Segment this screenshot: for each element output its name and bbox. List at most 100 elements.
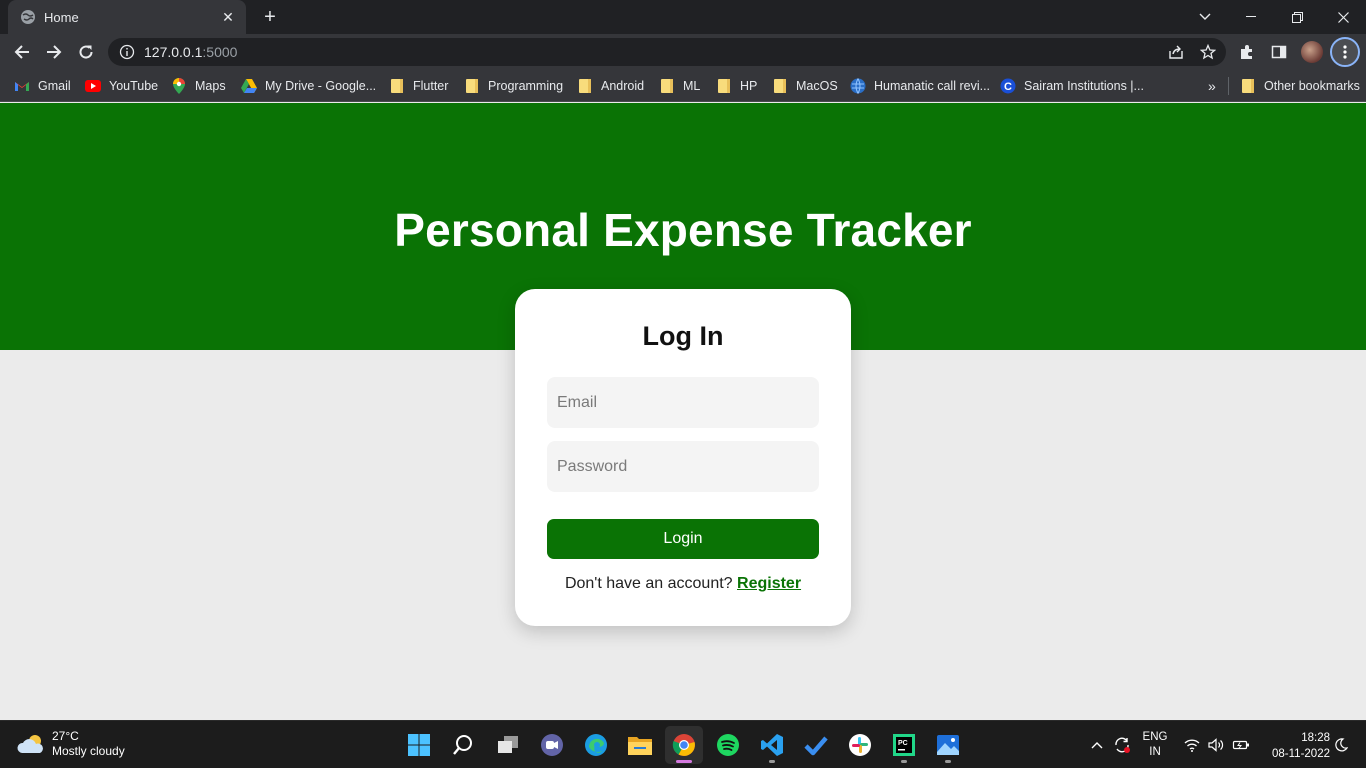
bookmark-folder-android[interactable]: Android [577,76,644,96]
bookmark-folder-hp[interactable]: HP [716,76,757,96]
bookmark-label: Maps [195,79,226,93]
restore-icon [1291,11,1303,23]
spotify-button[interactable] [709,726,747,764]
windows-icon [408,734,430,756]
bookmark-maps[interactable]: Maps [171,76,226,96]
language-indicator[interactable]: ENG IN [1138,721,1172,768]
slack-button[interactable] [841,726,879,764]
register-prompt: Don't have an account? Register [515,575,851,593]
other-bookmarks-folder[interactable]: Other bookmarks [1240,76,1360,96]
chrome-button[interactable] [665,726,703,764]
reload-button[interactable] [73,39,99,65]
bookmark-folder-programming[interactable]: Programming [464,76,563,96]
file-explorer-button[interactable] [621,726,659,764]
folder-icon [464,78,480,94]
sync-status-button[interactable] [1110,721,1134,768]
taskbar-search-button[interactable] [444,726,482,764]
focus-assist-button[interactable] [1330,721,1352,768]
tab-search-button[interactable] [1182,0,1228,34]
chrome-menu-button[interactable] [1330,37,1360,67]
register-link[interactable]: Register [737,575,801,592]
bookmark-my-drive[interactable]: My Drive - Google... [241,76,376,96]
url-host: 127.0.0.1 [144,44,203,60]
bookmark-gmail[interactable]: Gmail [14,76,71,96]
arrow-right-icon [47,45,62,59]
running-indicator [901,760,907,763]
quick-settings-button[interactable] [1182,721,1252,768]
folder-icon [659,78,675,94]
globe-icon [850,78,866,94]
minimize-button[interactable] [1228,0,1274,34]
start-button[interactable] [400,726,438,764]
checkmark-icon [804,736,828,756]
bookmark-label: HP [740,79,758,93]
back-button[interactable] [9,39,35,65]
address-bar[interactable]: 127.0.0.1:5000 [108,38,1226,66]
chevron-up-icon [1091,742,1103,749]
moon-icon [1335,738,1348,752]
bookmark-folder-flutter[interactable]: Flutter [389,76,448,96]
show-hidden-icons-button[interactable] [1086,721,1108,768]
weather-widget[interactable]: 27°C Mostly cloudy [16,729,125,759]
task-view-button[interactable] [489,726,527,764]
tab-home[interactable]: Home ✕ [8,0,246,34]
restore-button[interactable] [1274,0,1320,34]
chat-icon [541,734,563,756]
side-panel-button[interactable] [1266,39,1292,65]
forward-button[interactable] [41,39,67,65]
puzzle-icon [1241,45,1252,59]
folder-icon [628,737,652,755]
pycharm-icon: PC [893,734,915,756]
extensions-button[interactable] [1234,39,1260,65]
profile-button[interactable] [1299,39,1325,65]
folder-icon [1240,78,1256,94]
login-card: Log In Login Don't have an account? Regi… [515,289,851,626]
bookmarks-bar: Gmail YouTube Maps My Drive - Google... … [0,70,1366,102]
vscode-button[interactable] [753,726,791,764]
edge-button[interactable] [577,726,615,764]
avatar [1301,41,1323,63]
login-button[interactable]: Login [547,519,819,559]
page-title: Personal Expense Tracker [394,204,972,256]
minimize-icon [1246,16,1256,17]
edge-icon [585,734,607,756]
photos-icon [937,735,959,755]
folder-icon [389,78,405,94]
globe-icon [21,10,35,24]
password-input[interactable] [547,441,819,492]
bookmark-youtube[interactable]: YouTube [85,76,158,96]
svg-text:C: C [1004,81,1012,93]
new-tab-button[interactable]: + [258,6,282,28]
youtube-icon [85,78,101,94]
vscode-icon [761,734,783,756]
bookmark-sairam[interactable]: C Sairam Institutions |... [1000,76,1144,96]
browser-toolbar: 127.0.0.1:5000 [0,34,1366,70]
web-page: Personal Expense Tracker Log In Login Do… [0,103,1366,720]
todo-button[interactable] [797,726,835,764]
clock[interactable]: 18:28 08-11-2022 [1258,730,1330,762]
email-input[interactable] [547,377,819,428]
close-window-button[interactable] [1320,0,1366,34]
bookmark-humanatic[interactable]: Humanatic call revi... [850,76,990,96]
bookmarks-overflow-button[interactable]: » [1208,76,1216,96]
share-icon [1169,45,1183,59]
bookmark-label: Other bookmarks [1264,79,1360,93]
bookmark-label: MacOS [796,79,838,93]
bookmark-folder-macos[interactable]: MacOS [772,76,838,96]
close-tab-icon[interactable]: ✕ [220,9,236,26]
info-icon[interactable] [119,44,135,60]
bookmark-label: Sairam Institutions |... [1024,79,1144,93]
pycharm-button[interactable]: PC [885,726,923,764]
bookmark-folder-ml[interactable]: ML [659,76,700,96]
bookmark-star-button[interactable] [1196,40,1220,64]
bookmarks-divider [1228,77,1229,95]
bookmark-label: Android [601,79,645,93]
side-panel-icon [1271,45,1287,59]
bookmark-label: YouTube [109,79,159,93]
bookmark-label: ML [683,79,701,93]
teams-chat-button[interactable] [533,726,571,764]
share-button[interactable] [1164,40,1188,64]
folder-icon [716,78,732,94]
photos-button[interactable] [929,726,967,764]
kebab-menu-icon [1330,37,1360,67]
